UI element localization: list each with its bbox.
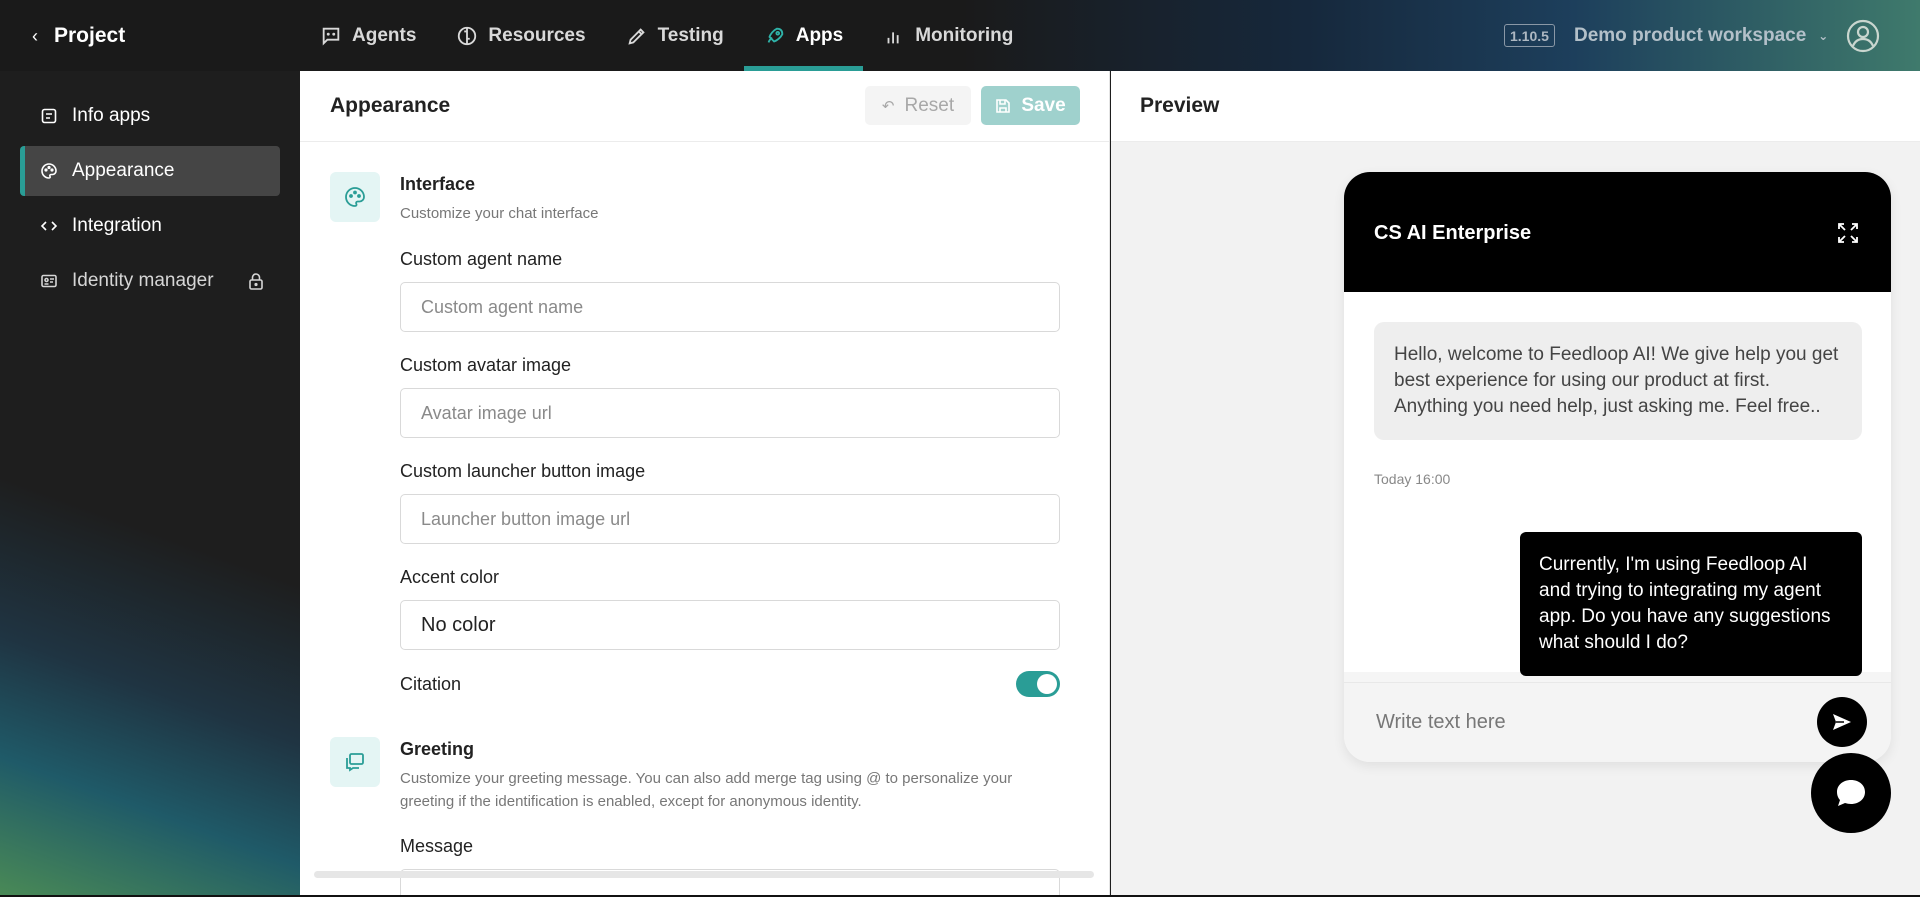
panel-header: Appearance ↶ Reset Save [300, 71, 1109, 142]
chevron-left-icon: ‹ [32, 25, 38, 46]
interface-title: Interface [400, 174, 476, 194]
chat-widget-title: CS AI Enterprise [1374, 222, 1532, 244]
sidebar: Info apps Appearance Integration Identit… [0, 71, 300, 897]
interface-section-icon [330, 172, 380, 222]
save-label: Save [1021, 94, 1066, 116]
main-nav: Agents Resources Testing Apps Monitoring [300, 0, 1033, 71]
send-button[interactable] [1817, 697, 1867, 747]
sidebar-item-identity-manager[interactable]: Identity manager [20, 256, 280, 306]
palette-icon [345, 187, 365, 207]
chat-launcher-button[interactable] [1811, 753, 1891, 833]
palette-icon [41, 163, 57, 179]
project-title: Project [54, 24, 126, 47]
id-card-icon [41, 274, 57, 288]
save-button[interactable]: Save [981, 86, 1080, 125]
workspace-name: Demo product workspace [1574, 25, 1807, 46]
greeting-section-icon [330, 737, 380, 787]
nav-testing-label: Testing [657, 24, 724, 46]
nav-resources-label: Resources [488, 24, 586, 46]
chevron-down-icon: ⌄ [1818, 29, 1829, 43]
reset-label: Reset [904, 94, 955, 116]
sidebar-item-appearance[interactable]: Appearance [20, 146, 280, 196]
accent-color-label: Accent color [400, 567, 500, 587]
avatar-image-label: Custom avatar image [400, 355, 572, 375]
rocket-icon [767, 27, 783, 43]
bot-message: Hello, welcome to Feedloop AI! We give h… [1374, 322, 1862, 440]
reset-button[interactable]: ↶ Reset [865, 86, 971, 125]
preview-title: Preview [1140, 94, 1220, 117]
greeting-title: Greeting [400, 739, 475, 759]
chat-input-bar: Write text here [1344, 682, 1891, 762]
nav-agents[interactable]: Agents [300, 0, 436, 71]
lock-icon [249, 273, 263, 290]
user-message: Currently, I'm using Feedloop AI and try… [1520, 532, 1862, 676]
nav-apps[interactable]: Apps [743, 0, 864, 71]
workspace-selector[interactable]: Demo product workspace ⌄ [1574, 22, 1828, 50]
sidebar-item-info-apps[interactable]: Info apps [20, 91, 280, 141]
chat-widget: CS AI Enterprise Hello, welcome to Feedl… [1344, 172, 1891, 762]
code-icon [40, 221, 58, 231]
sidebar-item-label: Appearance [72, 160, 175, 181]
version-badge: 1.10.5 [1504, 24, 1555, 47]
message-label: Message [400, 836, 474, 856]
page-title: Appearance [330, 94, 451, 117]
nav-monitoring-label: Monitoring [915, 24, 1014, 46]
document-icon [41, 108, 57, 124]
citation-toggle[interactable] [1016, 671, 1060, 697]
user-avatar-icon[interactable] [1846, 19, 1880, 53]
undo-icon: ↶ [881, 97, 895, 115]
send-icon [1833, 714, 1851, 730]
sidebar-item-integration[interactable]: Integration [20, 201, 280, 251]
agent-name-input[interactable] [400, 282, 1060, 332]
preview-header: Preview [1111, 71, 1920, 142]
book-icon [458, 26, 477, 45]
sidebar-item-label: Identity manager [72, 270, 214, 291]
chat-input[interactable]: Write text here [1376, 711, 1506, 734]
nav-resources[interactable]: Resources [436, 0, 605, 71]
message-timestamp: Today 16:00 [1374, 471, 1451, 487]
nav-monitoring[interactable]: Monitoring [863, 0, 1033, 71]
greeting-description: Customize your greeting message. You can… [400, 770, 1013, 810]
chat-messages: Hello, welcome to Feedloop AI! We give h… [1344, 292, 1891, 676]
pencil-icon [627, 27, 645, 45]
horizontal-scrollbar[interactable] [314, 871, 1094, 878]
back-to-project-button[interactable]: ‹ Project [32, 22, 125, 50]
launcher-image-label: Custom launcher button image [400, 461, 646, 481]
launcher-image-input[interactable] [400, 494, 1060, 544]
nav-agents-label: Agents [352, 24, 417, 46]
chat-widget-header: CS AI Enterprise [1344, 172, 1891, 292]
accent-color-select[interactable]: No color [400, 600, 1060, 650]
interface-description: Customize your chat interface [400, 205, 599, 222]
save-icon [996, 98, 1011, 113]
appearance-panel: Appearance ↶ Reset Save Interface Custom… [300, 71, 1110, 897]
chat-bubble-icon [1837, 780, 1865, 806]
agent-name-label: Custom agent name [400, 249, 563, 269]
preview-panel: Preview CS AI Enterprise Hello, welcome … [1111, 71, 1920, 897]
nav-testing[interactable]: Testing [606, 0, 744, 71]
messages-icon [346, 753, 364, 772]
avatar-image-input[interactable] [400, 388, 1060, 438]
sidebar-item-label: Integration [72, 215, 162, 236]
nav-apps-label: Apps [795, 24, 844, 46]
top-bar: ‹ Project Agents Resources Testing Apps … [0, 0, 1920, 71]
expand-icon[interactable] [1837, 222, 1859, 244]
sidebar-item-label: Info apps [72, 105, 151, 126]
citation-label: Citation [400, 674, 462, 694]
chat-icon [322, 27, 340, 46]
bar-chart-icon [887, 31, 899, 43]
